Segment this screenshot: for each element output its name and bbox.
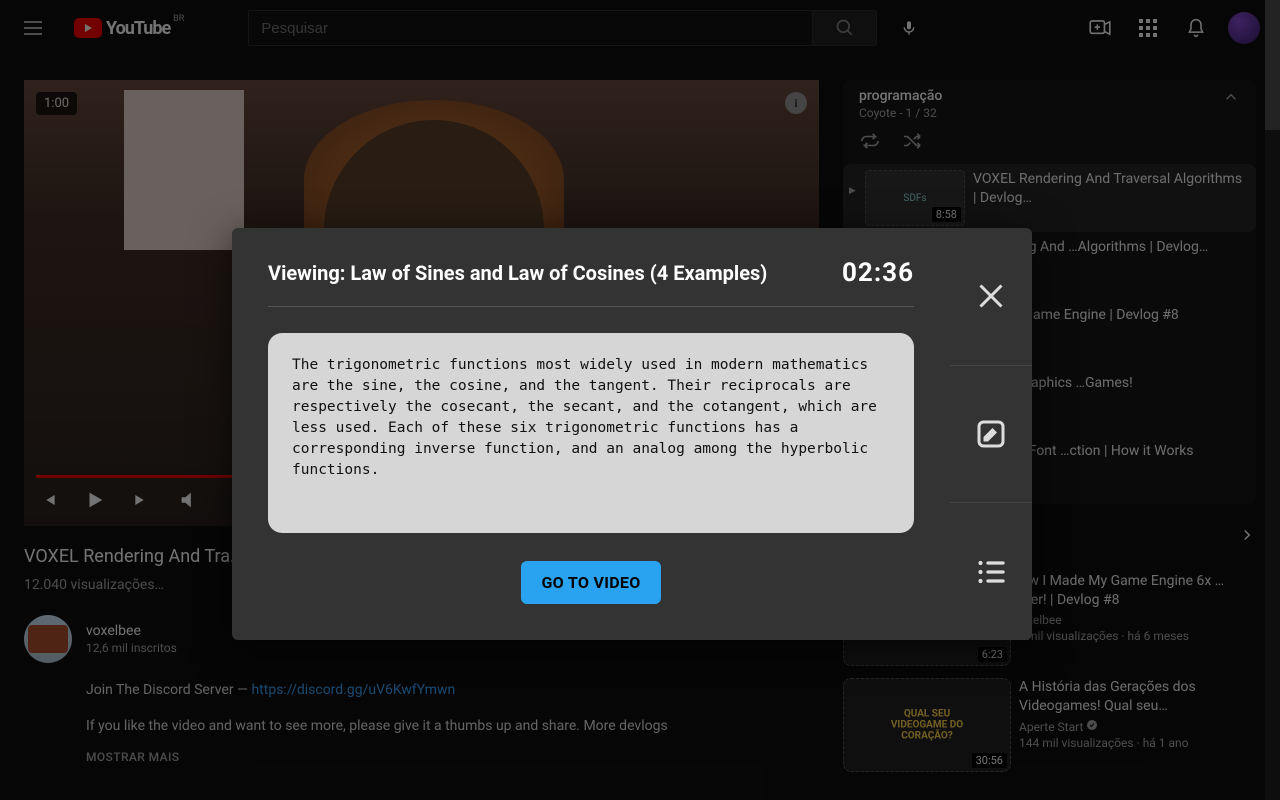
go-to-video-button[interactable]: GO TO VIDEO <box>521 561 660 604</box>
edit-button[interactable] <box>950 366 1032 504</box>
list-button[interactable] <box>950 503 1032 640</box>
close-icon <box>973 278 1009 314</box>
list-icon <box>973 554 1009 590</box>
modal-timer: 02:36 <box>842 258 914 288</box>
modal-body-text: The trigonometric functions most widely … <box>268 333 914 533</box>
extension-modal: Viewing: Law of Sines and Law of Cosines… <box>232 228 1032 640</box>
edit-icon <box>973 416 1009 452</box>
modal-title: Viewing: Law of Sines and Law of Cosines… <box>268 261 767 285</box>
close-button[interactable] <box>950 228 1032 366</box>
